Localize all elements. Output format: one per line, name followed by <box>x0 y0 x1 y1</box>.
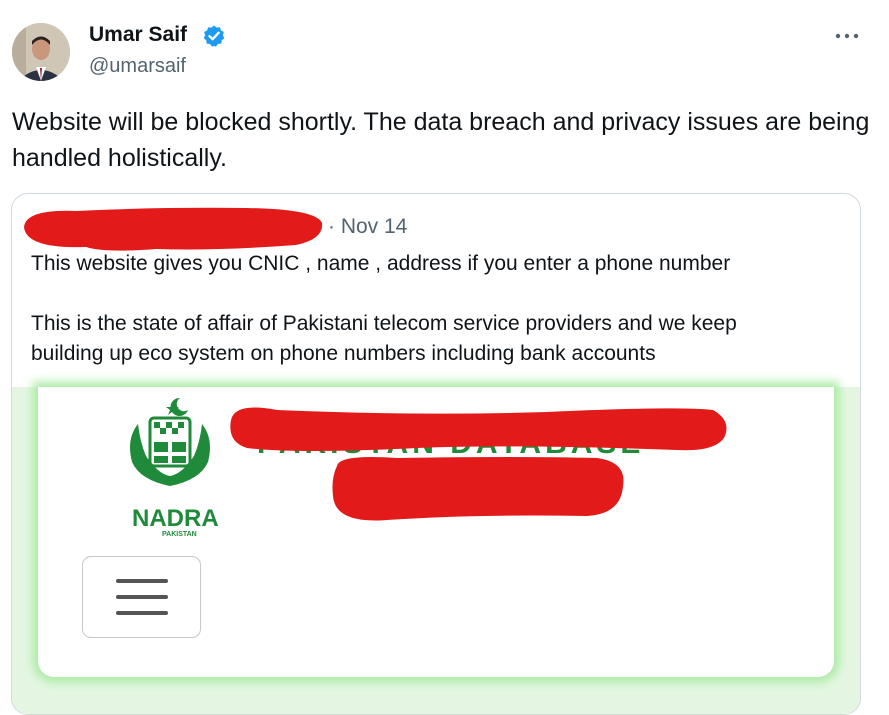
tweet-text: Website will be blocked shortly. The dat… <box>12 108 870 172</box>
author-handle[interactable]: @umarsaif <box>89 55 186 78</box>
nadra-emblem-icon <box>130 397 210 486</box>
quote-text-line: building up eco system on phone numbers … <box>31 342 656 365</box>
quote-text-line: This is the state of affair of Pakistani… <box>31 312 737 335</box>
quote-date: · Nov 14 <box>328 215 408 238</box>
quote-text-line: This website gives you CNIC , name , add… <box>31 252 731 275</box>
more-horizontal-icon[interactable] <box>834 25 860 47</box>
hamburger-menu-icon-bar <box>116 611 168 615</box>
redacted-site-title-mark: PAKISTAN DATABASE <box>230 407 727 521</box>
author-name[interactable]: Umar Saif <box>89 23 187 47</box>
hamburger-menu-icon-bar <box>116 595 168 599</box>
quoted-tweet-card[interactable]: · Nov 14 This website gives you CNIC , n… <box>11 193 861 715</box>
nadra-logo-subtext: PAKISTAN <box>162 531 197 538</box>
hamburger-menu-button[interactable] <box>82 556 201 638</box>
author-avatar[interactable] <box>12 23 70 81</box>
redacted-author-mark <box>24 207 323 251</box>
hamburger-menu-icon-bar <box>116 579 168 583</box>
nadra-logo-text: NADRA <box>132 505 219 532</box>
verified-badge-icon <box>203 25 225 47</box>
avatar-photo <box>12 23 70 81</box>
